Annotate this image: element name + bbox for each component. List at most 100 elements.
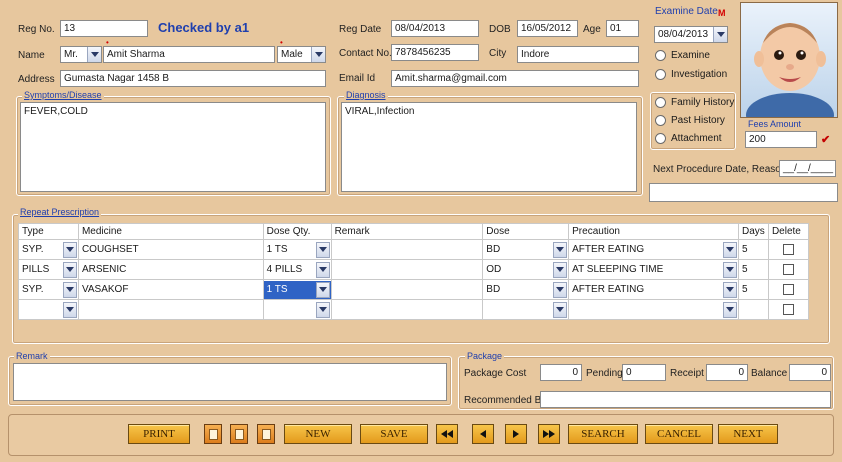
dose-select[interactable]: BD <box>483 281 568 299</box>
days-cell[interactable]: 5 <box>739 281 768 299</box>
radio-icon[interactable] <box>655 50 666 61</box>
delete-checkbox[interactable] <box>782 284 794 295</box>
medicine-cell[interactable]: VASAKOF <box>79 281 263 299</box>
delete-checkbox[interactable] <box>782 264 794 275</box>
note-icon[interactable] <box>257 424 275 444</box>
dob-field[interactable]: 16/05/2012 <box>517 20 578 37</box>
attachment-icon[interactable] <box>204 424 222 444</box>
medicine-cell[interactable]: COUGHSET <box>79 241 263 259</box>
document-icon[interactable] <box>230 424 248 444</box>
chevron-down-icon[interactable] <box>62 241 77 258</box>
print-button[interactable]: PRINT <box>128 424 190 444</box>
symptoms-textarea[interactable]: FEVER,COLD <box>20 102 326 192</box>
attachment-radio[interactable]: Attachment <box>655 133 722 144</box>
diagnosis-textarea[interactable]: VIRAL,Infection <box>341 102 637 192</box>
past-history-radio[interactable]: Past History <box>655 115 725 126</box>
dose-select[interactable]: BD <box>483 241 568 259</box>
delete-checkbox[interactable] <box>782 304 794 315</box>
delete-checkbox[interactable] <box>782 244 794 255</box>
dose-select[interactable] <box>483 301 568 319</box>
cancel-button[interactable]: CANCEL <box>645 424 713 444</box>
contact-field[interactable]: 7878456235 <box>391 44 479 61</box>
chevron-down-icon[interactable] <box>553 281 568 298</box>
medicine-cell[interactable] <box>79 301 263 319</box>
age-field[interactable]: 01 <box>606 20 639 37</box>
chevron-down-icon[interactable] <box>713 27 727 42</box>
dose-qty-select[interactable]: 1 TS <box>264 241 331 259</box>
chevron-down-icon[interactable] <box>62 301 77 318</box>
radio-icon[interactable] <box>655 97 666 108</box>
radio-icon[interactable] <box>655 133 666 144</box>
recommended-by-field[interactable] <box>540 391 831 408</box>
days-cell[interactable]: 5 <box>739 241 768 259</box>
days-cell[interactable] <box>739 301 768 319</box>
chevron-down-icon[interactable] <box>553 241 568 258</box>
radio-icon[interactable] <box>655 69 666 80</box>
precaution-select[interactable]: AFTER EATING <box>569 241 738 259</box>
chevron-down-icon[interactable] <box>62 261 77 278</box>
chevron-down-icon[interactable] <box>722 301 737 318</box>
chevron-down-icon[interactable] <box>315 261 330 278</box>
dose-qty-select[interactable] <box>264 301 331 319</box>
precaution-select[interactable] <box>569 301 738 319</box>
chevron-down-icon[interactable] <box>722 241 737 258</box>
type-select[interactable]: SYP. <box>19 241 78 259</box>
chevron-down-icon[interactable] <box>722 261 737 278</box>
fees-amount-field[interactable]: 200 <box>745 131 817 148</box>
email-field[interactable]: Amit.sharma@gmail.com <box>391 70 639 87</box>
remark-cell[interactable] <box>332 241 483 259</box>
balance-field[interactable]: 0 <box>789 364 831 381</box>
precaution-select[interactable]: AT SLEEPING TIME <box>569 261 738 279</box>
next-button[interactable]: NEXT <box>718 424 778 444</box>
days-cell[interactable]: 5 <box>739 261 768 279</box>
new-button[interactable]: NEW <box>284 424 352 444</box>
save-button[interactable]: SAVE <box>360 424 428 444</box>
type-select[interactable]: PILLS <box>19 261 78 279</box>
first-record-button[interactable] <box>436 424 458 444</box>
reg-no-label: Reg No. <box>18 24 55 35</box>
next-procedure-date-field[interactable]: __/__/____ <box>779 160 836 177</box>
remark-cell[interactable] <box>332 281 483 299</box>
next-procedure-reason-field[interactable] <box>649 183 838 202</box>
reg-date-field[interactable]: 08/04/2013 <box>391 20 479 37</box>
precaution-select[interactable]: AFTER EATING <box>569 281 738 299</box>
examine-radio[interactable]: Examine <box>655 50 710 61</box>
gender-select[interactable]: Male <box>277 46 326 63</box>
previous-record-button[interactable] <box>472 424 494 444</box>
package-cost-field[interactable]: 0 <box>540 364 582 381</box>
remark-cell[interactable] <box>332 301 483 319</box>
chevron-down-icon[interactable] <box>62 281 77 298</box>
dose-select[interactable]: OD <box>483 261 568 279</box>
type-select[interactable]: SYP. <box>19 281 78 299</box>
type-select[interactable] <box>19 301 78 319</box>
chevron-down-icon[interactable] <box>315 241 330 258</box>
search-button[interactable]: SEARCH <box>568 424 638 444</box>
name-field[interactable]: Amit Sharma <box>103 46 275 63</box>
address-field[interactable]: Gumasta Nagar 1458 B <box>60 70 326 87</box>
receipt-field[interactable]: 0 <box>706 364 748 381</box>
chevron-down-icon[interactable] <box>553 261 568 278</box>
radio-icon[interactable] <box>655 115 666 126</box>
dose-qty-select[interactable]: 4 PILLS <box>264 261 331 279</box>
next-record-button[interactable] <box>505 424 527 444</box>
chevron-down-icon[interactable] <box>553 301 568 318</box>
reg-no-field[interactable]: 13 <box>60 20 148 37</box>
chevron-down-icon[interactable] <box>87 47 101 62</box>
family-history-radio[interactable]: Family History <box>655 97 734 108</box>
chevron-down-icon[interactable] <box>722 281 737 298</box>
examine-date-select[interactable]: 08/04/2013 <box>654 26 728 43</box>
col-dose-header: Dose <box>482 223 570 240</box>
remark-textarea[interactable] <box>13 363 447 401</box>
medicine-cell[interactable]: ARSENIC <box>79 261 263 279</box>
col-dose-qty-header: Dose Qty. <box>262 223 332 240</box>
remark-cell[interactable] <box>332 261 483 279</box>
pending-field[interactable]: 0 <box>622 364 666 381</box>
investigation-radio[interactable]: Investigation <box>655 69 727 80</box>
title-select[interactable]: Mr. <box>60 46 102 63</box>
chevron-down-icon[interactable] <box>315 301 330 318</box>
last-record-button[interactable] <box>538 424 560 444</box>
chevron-down-icon[interactable] <box>315 281 330 298</box>
city-field[interactable]: Indore <box>517 46 639 63</box>
dose-qty-select[interactable]: 1 TS <box>263 280 331 299</box>
chevron-down-icon[interactable] <box>311 47 325 62</box>
